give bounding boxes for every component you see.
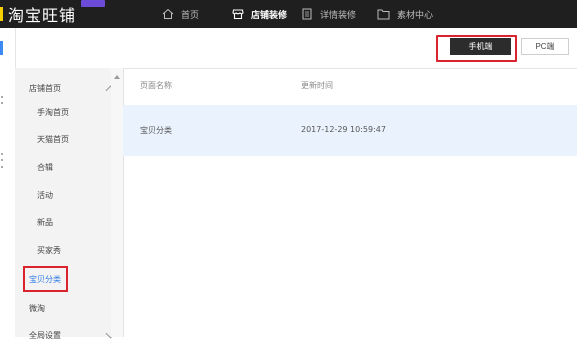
sidebar-item-label: 活动 [37, 190, 53, 200]
sidebar-item-label: 手淘首页 [37, 107, 69, 117]
top-navigation-bar: 淘宝旺铺 首页 店铺装修 详情装修 素材中心 [0, 0, 577, 28]
logo-badge [81, 0, 105, 7]
rail-active-marker[interactable] [0, 41, 3, 55]
rail-dot[interactable] [1, 96, 3, 98]
table-cell-updated-time: 2017-12-29 10:59:47 [301, 125, 386, 134]
table-cell-page-name[interactable]: 宝贝分类 [140, 125, 172, 136]
sidebar: 店铺首页 手淘首页 天猫首页 合辑 活动 新品 买家秀 宝贝分类 微淘 全局设置 [15, 68, 124, 340]
sidebar-group-label: 全局设置 [29, 330, 61, 340]
scroll-up-arrow-icon[interactable] [114, 75, 120, 79]
page-list: 页面名称 更新时间 宝贝分类 2017-12-29 10:59:47 [123, 68, 577, 337]
nav-item-store-decoration[interactable]: 店铺装修 [232, 0, 287, 28]
column-header-page-name: 页面名称 [140, 81, 172, 90]
document-icon [302, 8, 312, 20]
rail-dot[interactable] [1, 166, 3, 168]
rail-dot[interactable] [1, 102, 3, 104]
column-header-updated-time: 更新时间 [301, 81, 333, 90]
rail-dot[interactable] [1, 159, 3, 161]
sidebar-item-label: 合辑 [37, 162, 53, 172]
nav-item-detail-decoration[interactable]: 详情装修 [301, 0, 356, 28]
logo-mark [0, 7, 3, 21]
pc-mode-button[interactable]: PC端 [521, 38, 569, 55]
rail-dot[interactable] [1, 153, 3, 155]
logo-text: 淘宝旺铺 [8, 6, 77, 25]
nav-label: 店铺装修 [251, 10, 288, 21]
nav-label: 素材中心 [397, 10, 434, 21]
home-icon [162, 8, 174, 19]
sidebar-group-label: 店铺首页 [29, 83, 61, 93]
sidebar-scrollbar[interactable] [111, 68, 123, 337]
left-rail [0, 28, 16, 337]
nav-item-material-center[interactable]: 素材中心 [377, 0, 433, 28]
store-icon [232, 9, 244, 20]
mobile-mode-button[interactable]: 手机端 [450, 38, 511, 55]
app-logo[interactable]: 淘宝旺铺 [0, 0, 105, 25]
nav-label: 首页 [181, 10, 200, 21]
nav-item-home[interactable]: 首页 [162, 0, 199, 28]
selected-item-highlight [23, 266, 68, 292]
sidebar-item-label: 买家秀 [37, 245, 61, 255]
sidebar-item-label: 天猫首页 [37, 134, 69, 144]
toolbar: 手机端 PC端 [15, 28, 577, 69]
nav-label: 详情装修 [320, 10, 357, 21]
folder-icon [377, 9, 390, 20]
sidebar-item-label: 新品 [37, 217, 53, 227]
sidebar-item-label: 微淘 [29, 303, 45, 313]
